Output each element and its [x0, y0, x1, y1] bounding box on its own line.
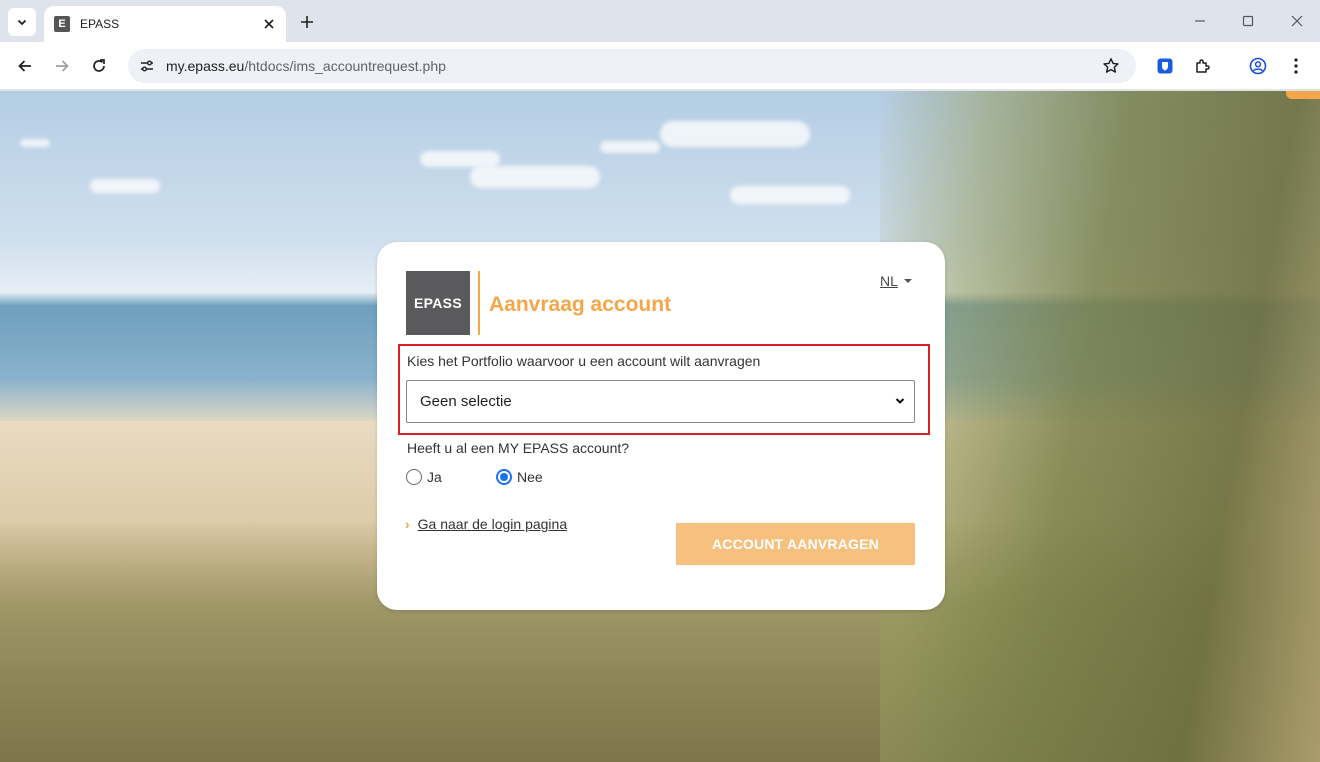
radio-nee[interactable] [496, 469, 512, 485]
chevron-right-icon: › [405, 516, 410, 532]
portfolio-selected-value: Geen selectie [420, 393, 512, 410]
dune-grass-right [880, 91, 1320, 762]
title-divider [478, 271, 480, 335]
reload-icon [93, 59, 105, 72]
plus-icon [301, 16, 313, 28]
radio-nee-label: Nee [517, 469, 543, 485]
account-request-card: EPASS Aanvraag account NL Kies het Portf… [377, 242, 945, 610]
cloud-decoration [90, 179, 160, 193]
tab-search-button[interactable] [8, 8, 36, 36]
caret-down-icon [903, 279, 912, 283]
forward-button[interactable] [50, 54, 74, 78]
close-icon [1291, 15, 1303, 27]
close-icon [264, 19, 274, 29]
address-bar[interactable]: my.epass.eu/htdocs/ims_accountrequest.ph… [128, 49, 1136, 83]
password-manager-button[interactable] [1153, 54, 1177, 78]
cloud-decoration [470, 166, 600, 188]
radio-ja[interactable] [406, 469, 422, 485]
request-account-button[interactable]: ACCOUNT AANVRAGEN [676, 523, 915, 565]
cloud-decoration [20, 139, 50, 147]
close-window-button[interactable] [1285, 10, 1309, 32]
browser-menu-button[interactable] [1284, 54, 1308, 78]
tab-title: EPASS [80, 17, 120, 31]
puzzle-icon [1196, 59, 1210, 73]
chevron-down-icon [17, 19, 27, 26]
back-button[interactable] [13, 54, 37, 78]
shield-icon [1157, 58, 1173, 74]
orange-corner-accent [1286, 91, 1320, 99]
portfolio-label: Kies het Portfolio waarvoor u een accoun… [407, 353, 761, 369]
radio-option-ja[interactable]: Ja [406, 469, 442, 485]
chevron-down-icon [894, 395, 906, 407]
more-vert-icon [1294, 58, 1298, 74]
star-icon [1103, 58, 1119, 73]
url-host: my.epass.eu [166, 58, 245, 74]
maximize-icon [1242, 15, 1254, 27]
cloud-decoration [420, 151, 500, 167]
cloud-decoration [730, 186, 850, 204]
language-code: NL [880, 273, 898, 289]
minimize-button[interactable] [1188, 10, 1212, 32]
cloud-decoration [600, 141, 660, 153]
arrow-left-icon [18, 60, 31, 72]
arrow-right-icon [56, 60, 69, 72]
profile-button[interactable] [1246, 54, 1270, 78]
url-path: /htdocs/ims_accountrequest.php [244, 58, 446, 74]
minimize-icon [1195, 20, 1205, 22]
reload-button[interactable] [87, 54, 111, 78]
epass-favicon-icon: E [54, 16, 70, 32]
tab-close-button[interactable] [260, 15, 278, 33]
cloud-decoration [660, 121, 810, 147]
bookmark-button[interactable] [1100, 55, 1122, 77]
page-title: Aanvraag account [489, 293, 672, 316]
browser-toolbar: my.epass.eu/htdocs/ims_accountrequest.ph… [0, 42, 1320, 90]
tune-icon [141, 60, 153, 72]
epass-logo: EPASS [406, 271, 470, 335]
site-info-button[interactable] [136, 55, 158, 77]
new-tab-button[interactable] [296, 11, 318, 33]
account-circle-icon [1249, 57, 1267, 75]
maximize-button[interactable] [1236, 10, 1260, 32]
existing-account-question: Heeft u al een MY EPASS account? [407, 440, 630, 456]
login-link-text: Ga naar de login pagina [417, 516, 568, 532]
login-page-link[interactable]: › Ga naar de login pagina [405, 516, 567, 532]
radio-option-nee[interactable]: Nee [496, 469, 543, 485]
active-tab[interactable]: E EPASS [44, 6, 286, 42]
radio-ja-label: Ja [427, 469, 442, 485]
language-selector[interactable]: NL [880, 273, 912, 289]
extensions-button[interactable] [1191, 54, 1215, 78]
portfolio-select[interactable]: Geen selectie [406, 380, 915, 423]
tab-strip: E EPASS [0, 0, 1320, 42]
url-text: my.epass.eu/htdocs/ims_accountrequest.ph… [166, 58, 446, 74]
